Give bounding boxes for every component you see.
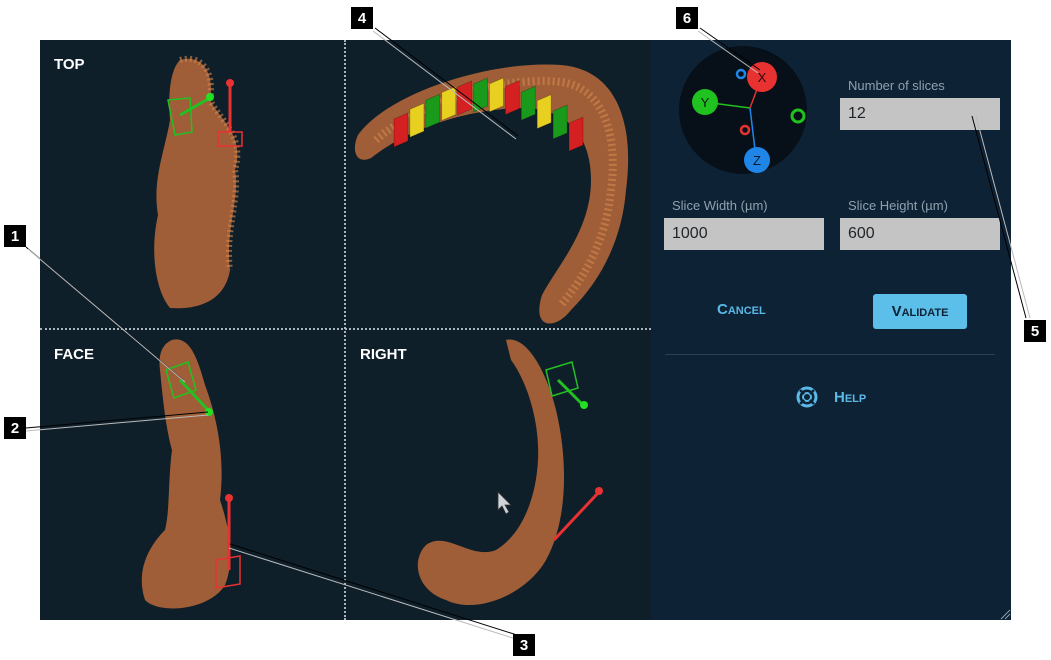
- specimen-mesh: [154, 58, 238, 309]
- mouse-cursor-icon: [497, 491, 512, 515]
- slice-block[interactable]: [489, 77, 504, 113]
- slice-block[interactable]: [457, 80, 473, 116]
- viewport-face[interactable]: FACE: [40, 330, 344, 620]
- slice-block[interactable]: [520, 85, 536, 121]
- slice-block[interactable]: [409, 102, 425, 138]
- slice-block[interactable]: [568, 116, 584, 152]
- app-window: TOP FACE RIGHT Y Z X Number of slices 12…: [40, 40, 1011, 620]
- slice-block[interactable]: [441, 85, 457, 122]
- viewport-divider-vertical[interactable]: [344, 40, 346, 620]
- viewport-label-top: TOP: [54, 56, 85, 73]
- slice-width-label: Slice Width (µm): [672, 198, 768, 213]
- viewport-right[interactable]: RIGHT: [346, 330, 651, 620]
- svg-text:Z: Z: [753, 153, 761, 168]
- panel-separator: [665, 354, 995, 355]
- orientation-gizmo[interactable]: Y Z X: [678, 40, 818, 180]
- gizmo-axis-x[interactable]: X: [747, 62, 777, 92]
- number-of-slices-label: Number of slices: [848, 78, 945, 93]
- slice-block[interactable]: [504, 80, 520, 116]
- help-button[interactable]: Help: [796, 386, 866, 408]
- top-view-canvas[interactable]: [40, 40, 344, 328]
- callout-5: 5: [1024, 320, 1046, 342]
- number-of-slices-input[interactable]: 12: [840, 98, 1000, 130]
- callout-1: 1: [4, 225, 26, 247]
- resize-grip-icon[interactable]: [999, 608, 1011, 620]
- callout-6: 6: [676, 7, 698, 29]
- slice-block[interactable]: [425, 93, 441, 129]
- help-label: Help: [834, 388, 867, 406]
- slice-block[interactable]: [473, 77, 488, 113]
- slice-block[interactable]: [393, 112, 409, 148]
- slice-height-label: Slice Height (µm): [848, 198, 948, 213]
- viewport-label-face: FACE: [54, 346, 95, 363]
- viewport-divider-horizontal[interactable]: [40, 328, 651, 330]
- viewport-perspective[interactable]: [346, 40, 651, 328]
- validate-button[interactable]: Validate: [873, 294, 967, 329]
- callout-4: 4: [351, 7, 373, 29]
- gizmo-axis-y[interactable]: Y: [692, 89, 718, 115]
- gizmo-axis-z[interactable]: Z: [744, 147, 770, 173]
- slice-height-input[interactable]: 600: [840, 218, 1000, 250]
- viewport-top[interactable]: TOP: [40, 40, 344, 328]
- slice-width-input[interactable]: 1000: [664, 218, 824, 250]
- viewport-label-right: RIGHT: [360, 346, 407, 363]
- cancel-button[interactable]: Cancel: [717, 301, 766, 318]
- specimen-mesh-right: [417, 339, 565, 606]
- callout-3: 3: [513, 634, 535, 656]
- slice-block[interactable]: [552, 104, 568, 140]
- slicing-panel: Y Z X Number of slices 12 Slice Width (µ…: [651, 40, 1011, 620]
- perspective-view-canvas[interactable]: [346, 40, 651, 328]
- right-view-canvas[interactable]: [346, 330, 651, 620]
- face-view-canvas[interactable]: [40, 330, 344, 620]
- callout-2: 2: [4, 417, 26, 439]
- svg-text:Y: Y: [701, 95, 710, 110]
- specimen-mesh-face: [141, 339, 231, 609]
- slice-block[interactable]: [536, 93, 552, 130]
- help-lifebuoy-icon: [796, 386, 818, 408]
- svg-text:X: X: [758, 70, 767, 85]
